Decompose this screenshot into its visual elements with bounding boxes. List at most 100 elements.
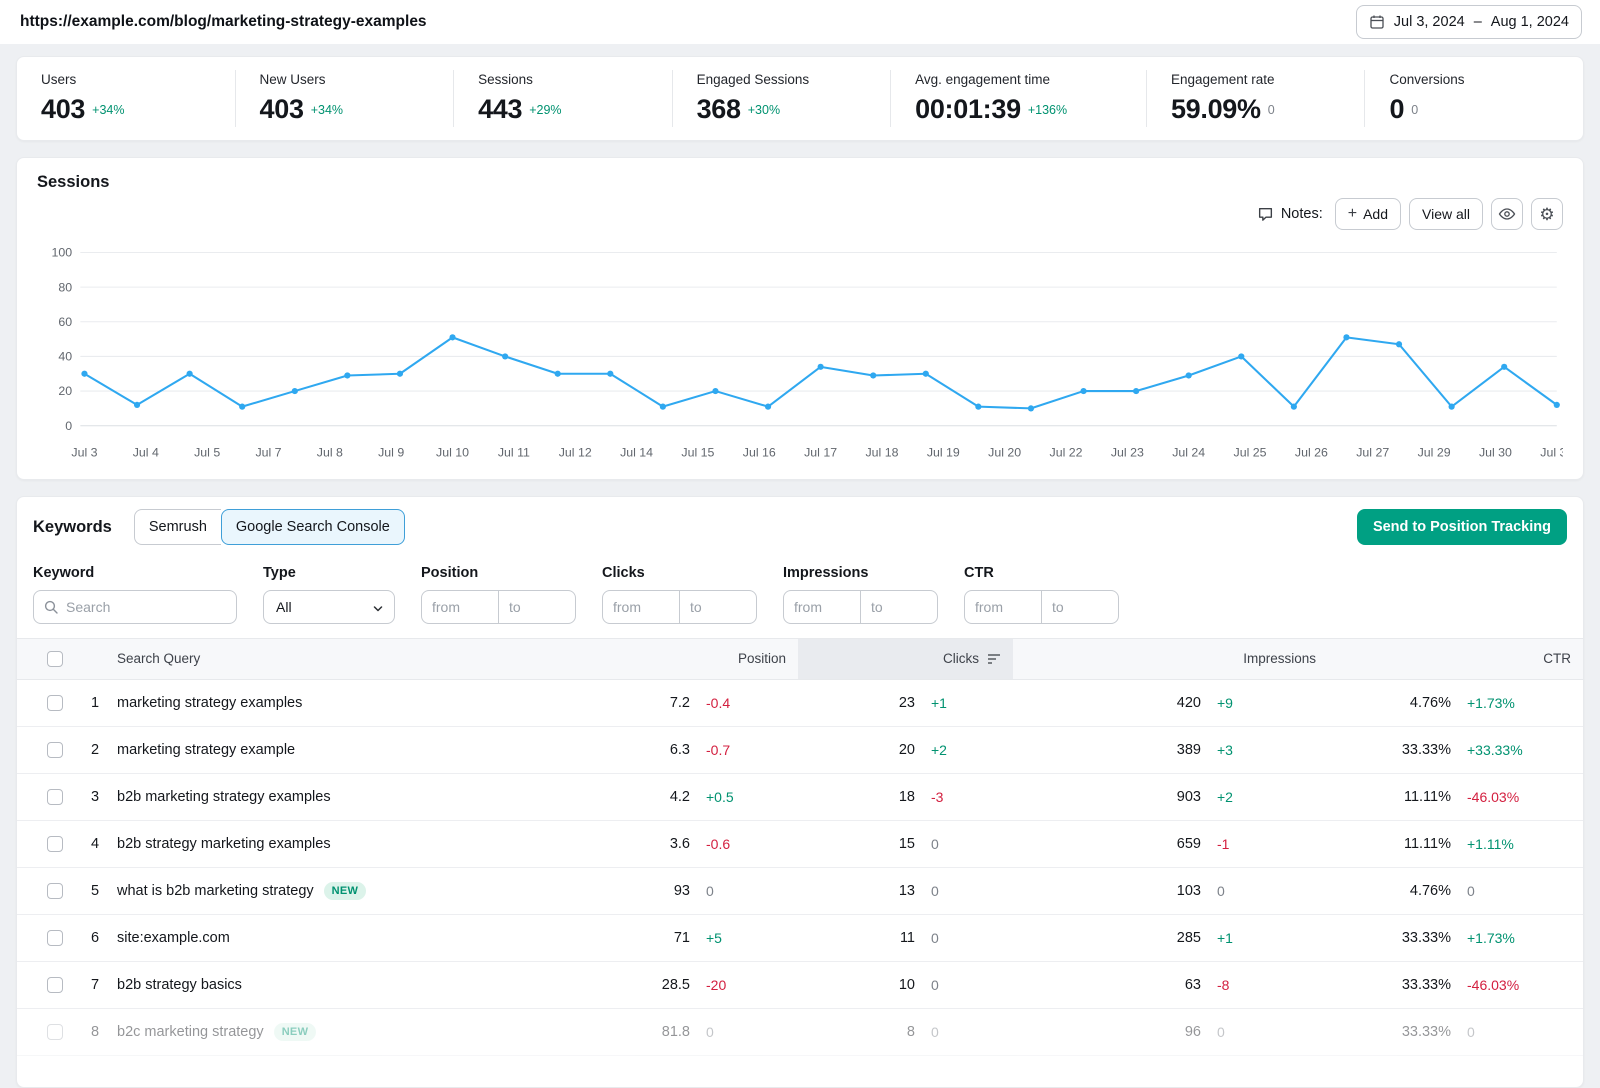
col-header-ctr[interactable]: CTR <box>1328 639 1583 679</box>
col-header-position[interactable]: Position <box>608 639 798 679</box>
row-checkbox[interactable] <box>47 1024 63 1040</box>
row-checkbox[interactable] <box>47 789 63 805</box>
svg-text:Jul 11: Jul 11 <box>498 446 530 460</box>
clicks-from-input[interactable] <box>602 590 680 624</box>
row-checkbox[interactable] <box>47 742 63 758</box>
position-to-input[interactable] <box>498 590 576 624</box>
row-checkbox-cell <box>17 977 73 993</box>
impressions-delta: 0 <box>1201 883 1316 899</box>
table-header: Search Query Position Clicks Impressions… <box>17 638 1583 680</box>
ctr-delta: 0 <box>1451 1024 1571 1040</box>
table-row[interactable]: 8b2c marketing strategyNEW81.808096033.3… <box>17 1009 1583 1056</box>
date-range-picker[interactable]: Jul 3, 2024 – Aug 1, 2024 <box>1356 5 1582 39</box>
svg-text:Jul 22: Jul 22 <box>1050 446 1083 460</box>
keyword-query-cell: marketing strategy examples <box>117 695 608 711</box>
row-checkbox-cell <box>17 789 73 805</box>
clicks-cell: 150 <box>798 836 1013 852</box>
position-cell: 6.3-0.7 <box>608 742 798 758</box>
clicks-to-input[interactable] <box>679 590 757 624</box>
svg-text:Jul 31: Jul 31 <box>1540 446 1563 460</box>
ctr-value: 33.33% <box>1328 1024 1451 1040</box>
tab-semrush[interactable]: Semrush <box>134 509 221 545</box>
row-checkbox[interactable] <box>47 930 63 946</box>
table-row[interactable]: 5what is b2b marketing strategyNEW930130… <box>17 868 1583 915</box>
filter-keyword: Keyword <box>33 565 237 624</box>
col-header-impressions[interactable]: Impressions <box>1013 639 1328 679</box>
table-row[interactable]: 3b2b marketing strategy examples4.2+0.51… <box>17 774 1583 821</box>
svg-text:Jul 16: Jul 16 <box>743 446 776 460</box>
impressions-to-input[interactable] <box>860 590 938 624</box>
position-value: 7.2 <box>608 695 690 711</box>
row-checkbox[interactable] <box>47 836 63 852</box>
impressions-value: 285 <box>1013 930 1201 946</box>
table-row[interactable]: 2marketing strategy example6.3-0.720+238… <box>17 727 1583 774</box>
position-value: 93 <box>608 883 690 899</box>
keyword-search-input[interactable] <box>33 590 237 624</box>
clicks-delta: 0 <box>915 977 1001 993</box>
col-header-search-query[interactable]: Search Query <box>117 639 608 679</box>
add-note-button[interactable]: + Add <box>1335 198 1401 230</box>
row-checkbox[interactable] <box>47 695 63 711</box>
clicks-cell: 23+1 <box>798 695 1013 711</box>
table-row[interactable]: 4b2b strategy marketing examples3.6-0.61… <box>17 821 1583 868</box>
type-select[interactable]: All <box>263 590 395 624</box>
ctr-cell: 33.33%+33.33% <box>1328 742 1583 758</box>
impressions-cell: 960 <box>1013 1024 1328 1040</box>
keywords-card: Keywords Semrush Google Search Console S… <box>16 496 1584 1088</box>
filter-ctr-label: CTR <box>964 565 1119 581</box>
ctr-to-input[interactable] <box>1041 590 1119 624</box>
sessions-chart-area: 020406080100Jul 3Jul 4Jul 5Jul 7Jul 8Jul… <box>37 236 1563 465</box>
impressions-value: 903 <box>1013 789 1201 805</box>
svg-text:100: 100 <box>51 246 72 260</box>
impressions-delta: +1 <box>1201 930 1316 946</box>
svg-text:Jul 7: Jul 7 <box>255 446 281 460</box>
filter-position: Position <box>421 565 576 624</box>
svg-text:Jul 15: Jul 15 <box>681 446 714 460</box>
position-cell: 3.6-0.6 <box>608 836 798 852</box>
svg-text:40: 40 <box>58 350 72 364</box>
keyword-query-cell: b2b marketing strategy examples <box>117 789 608 805</box>
filter-type-label: Type <box>263 565 395 581</box>
position-from-input[interactable] <box>421 590 499 624</box>
metric-delta: +34% <box>311 103 343 117</box>
metric-value: 443 <box>478 94 522 125</box>
clicks-value: 15 <box>798 836 915 852</box>
view-all-notes-button[interactable]: View all <box>1409 198 1483 230</box>
ctr-cell: 11.11%+1.11% <box>1328 836 1583 852</box>
keyword-query: site:example.com <box>117 930 230 946</box>
row-index: 4 <box>73 836 117 852</box>
table-row[interactable]: 1marketing strategy examples7.2-0.423+14… <box>17 680 1583 727</box>
row-checkbox[interactable] <box>47 883 63 899</box>
keyword-query: marketing strategy example <box>117 742 295 758</box>
svg-text:Jul 27: Jul 27 <box>1356 446 1389 460</box>
toggle-notes-visibility-button[interactable] <box>1491 198 1523 230</box>
search-icon <box>43 599 59 615</box>
clicks-value: 11 <box>798 930 915 946</box>
clicks-cell: 100 <box>798 977 1013 993</box>
impressions-cell: 389+3 <box>1013 742 1328 758</box>
select-all-checkbox[interactable] <box>47 651 63 667</box>
ctr-from-input[interactable] <box>964 590 1042 624</box>
sessions-line-chart: 020406080100Jul 3Jul 4Jul 5Jul 7Jul 8Jul… <box>37 236 1563 465</box>
metric-label: Sessions <box>478 72 648 87</box>
source-toggle: Semrush Google Search Console <box>134 509 405 545</box>
send-to-position-tracking-button[interactable]: Send to Position Tracking <box>1357 509 1567 545</box>
keywords-title: Keywords <box>33 517 112 537</box>
impressions-from-input[interactable] <box>783 590 861 624</box>
position-value: 28.5 <box>608 977 690 993</box>
col-header-clicks[interactable]: Clicks <box>798 639 1013 679</box>
table-row[interactable]: 7b2b strategy basics28.5-2010063-833.33%… <box>17 962 1583 1009</box>
clicks-delta: 0 <box>915 930 1001 946</box>
metric-label: Users <box>41 72 211 87</box>
row-checkbox[interactable] <box>47 977 63 993</box>
metric-label: Engaged Sessions <box>697 72 867 87</box>
table-row[interactable]: 6site:example.com71+5110285+133.33%+1.73… <box>17 915 1583 962</box>
chart-settings-button[interactable]: ⚙ <box>1531 198 1563 230</box>
svg-text:Jul 5: Jul 5 <box>194 446 220 460</box>
ctr-delta: +1.11% <box>1451 836 1571 852</box>
tab-google-search-console[interactable]: Google Search Console <box>221 509 405 545</box>
index-column-header <box>73 639 117 679</box>
filter-impressions-label: Impressions <box>783 565 938 581</box>
svg-text:Jul 10: Jul 10 <box>436 446 469 460</box>
clicks-delta: 0 <box>915 883 1001 899</box>
